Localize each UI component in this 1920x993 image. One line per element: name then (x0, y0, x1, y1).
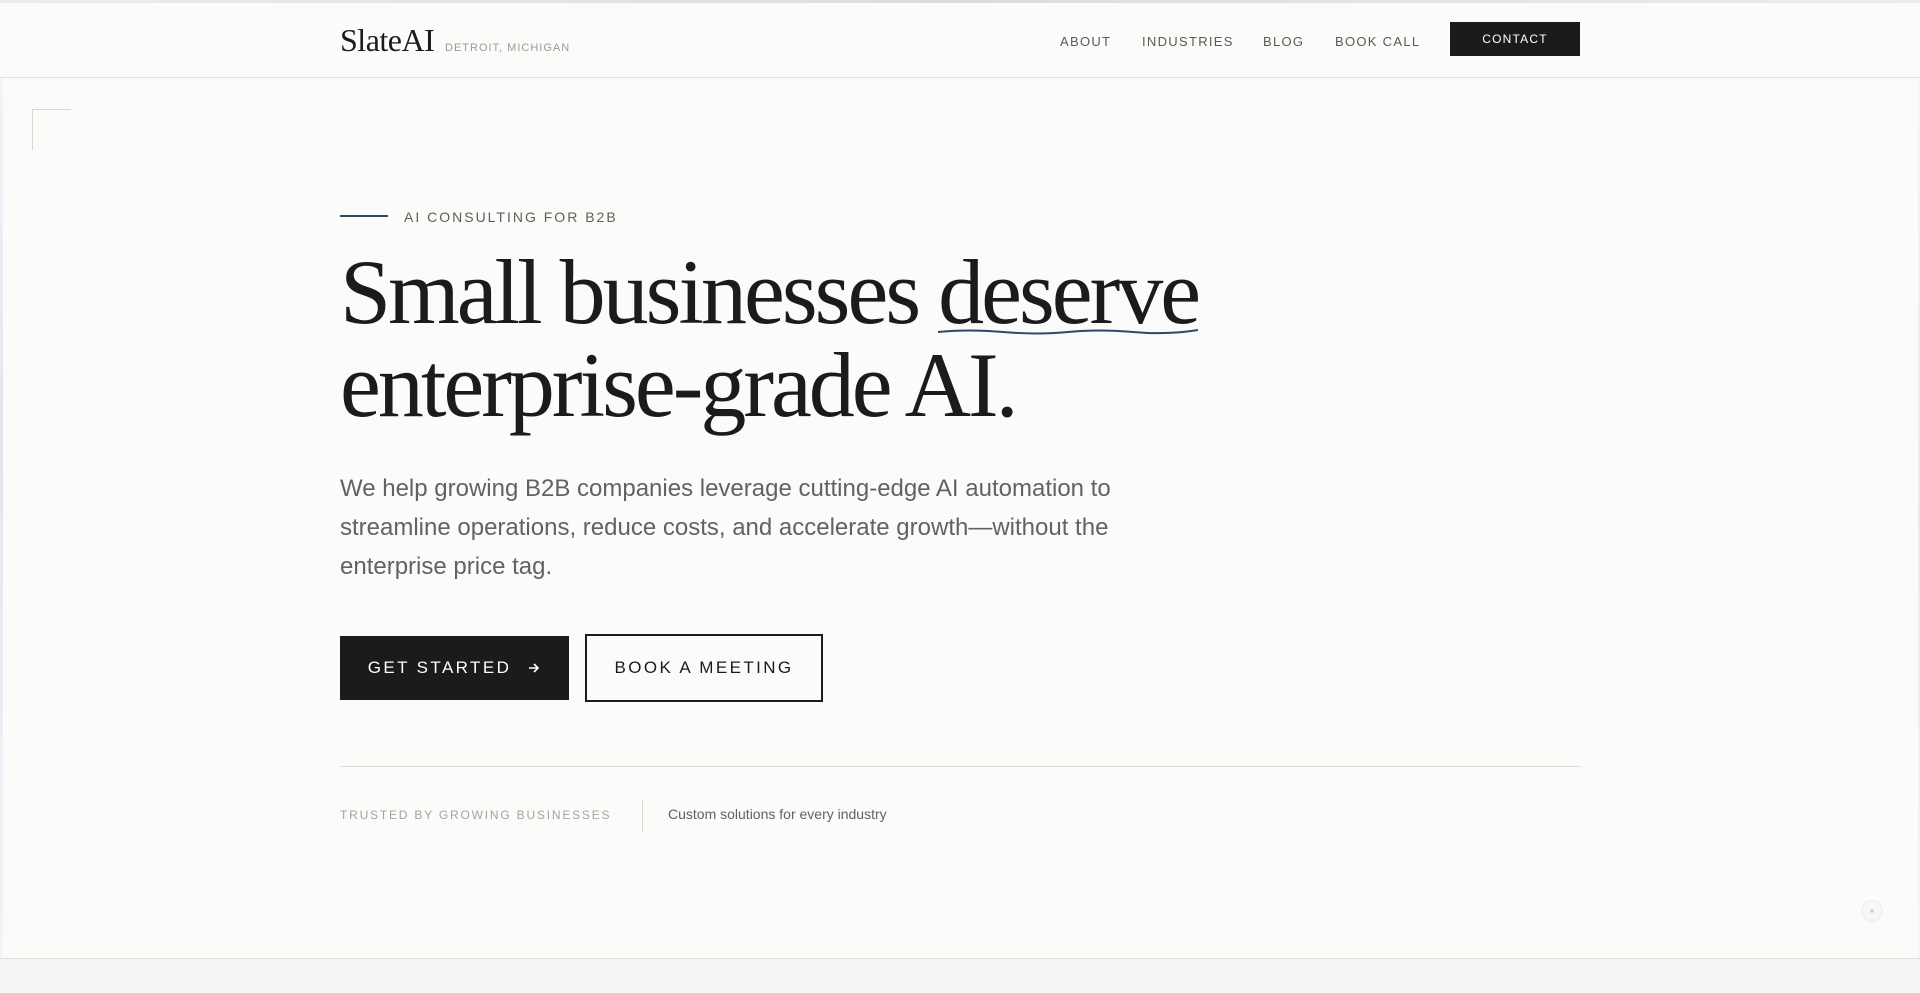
get-started-label: GET STARTED (367, 658, 512, 677)
get-started-button[interactable]: GET STARTED (340, 636, 569, 700)
brand-location: DETROIT, MICHIGAN (445, 42, 571, 54)
headline-line-1: Small businesses deserve (340, 246, 1201, 339)
eyebrow-rule (340, 215, 388, 217)
floating-widget-button[interactable] (1861, 900, 1883, 922)
section-divider (340, 766, 1581, 767)
nav-blog[interactable]: BLOG (1263, 34, 1304, 49)
headline-line-1-text: Small businesses (340, 241, 939, 343)
left-edge-decoration (0, 78, 3, 958)
headline-accent-word: deserve (938, 246, 1201, 339)
book-meeting-button[interactable]: BOOK A MEETING (585, 634, 823, 702)
squiggle-underline-icon (938, 329, 1199, 335)
corner-bracket-decoration (32, 109, 71, 150)
contact-button[interactable]: CONTACT (1450, 22, 1580, 56)
trusted-label: TRUSTED BY GROWING BUSINESSES (340, 808, 612, 822)
arrow-right-icon (529, 663, 540, 673)
site-header: SlateAI DETROIT, MICHIGAN ABOUT INDUSTRI… (0, 0, 1920, 78)
next-section-edge (0, 959, 1920, 993)
nav-about[interactable]: ABOUT (1060, 34, 1111, 49)
trusted-separator (642, 799, 643, 831)
brand-logo[interactable]: SlateAI (340, 22, 435, 59)
trusted-note: Custom solutions for every industry (668, 806, 887, 822)
dot-icon (1870, 909, 1874, 913)
nav-book-call[interactable]: BOOK CALL (1335, 34, 1420, 49)
headline-line-2: enterprise-grade AI. (340, 334, 1019, 436)
hero-description: We help growing B2B companies leverage c… (340, 475, 1111, 580)
hero-headline: Small businesses deserve enterprise-grad… (340, 246, 1201, 436)
hero-eyebrow: AI CONSULTING FOR B2B (404, 209, 618, 225)
nav-industries[interactable]: INDUSTRIES (1142, 34, 1234, 49)
